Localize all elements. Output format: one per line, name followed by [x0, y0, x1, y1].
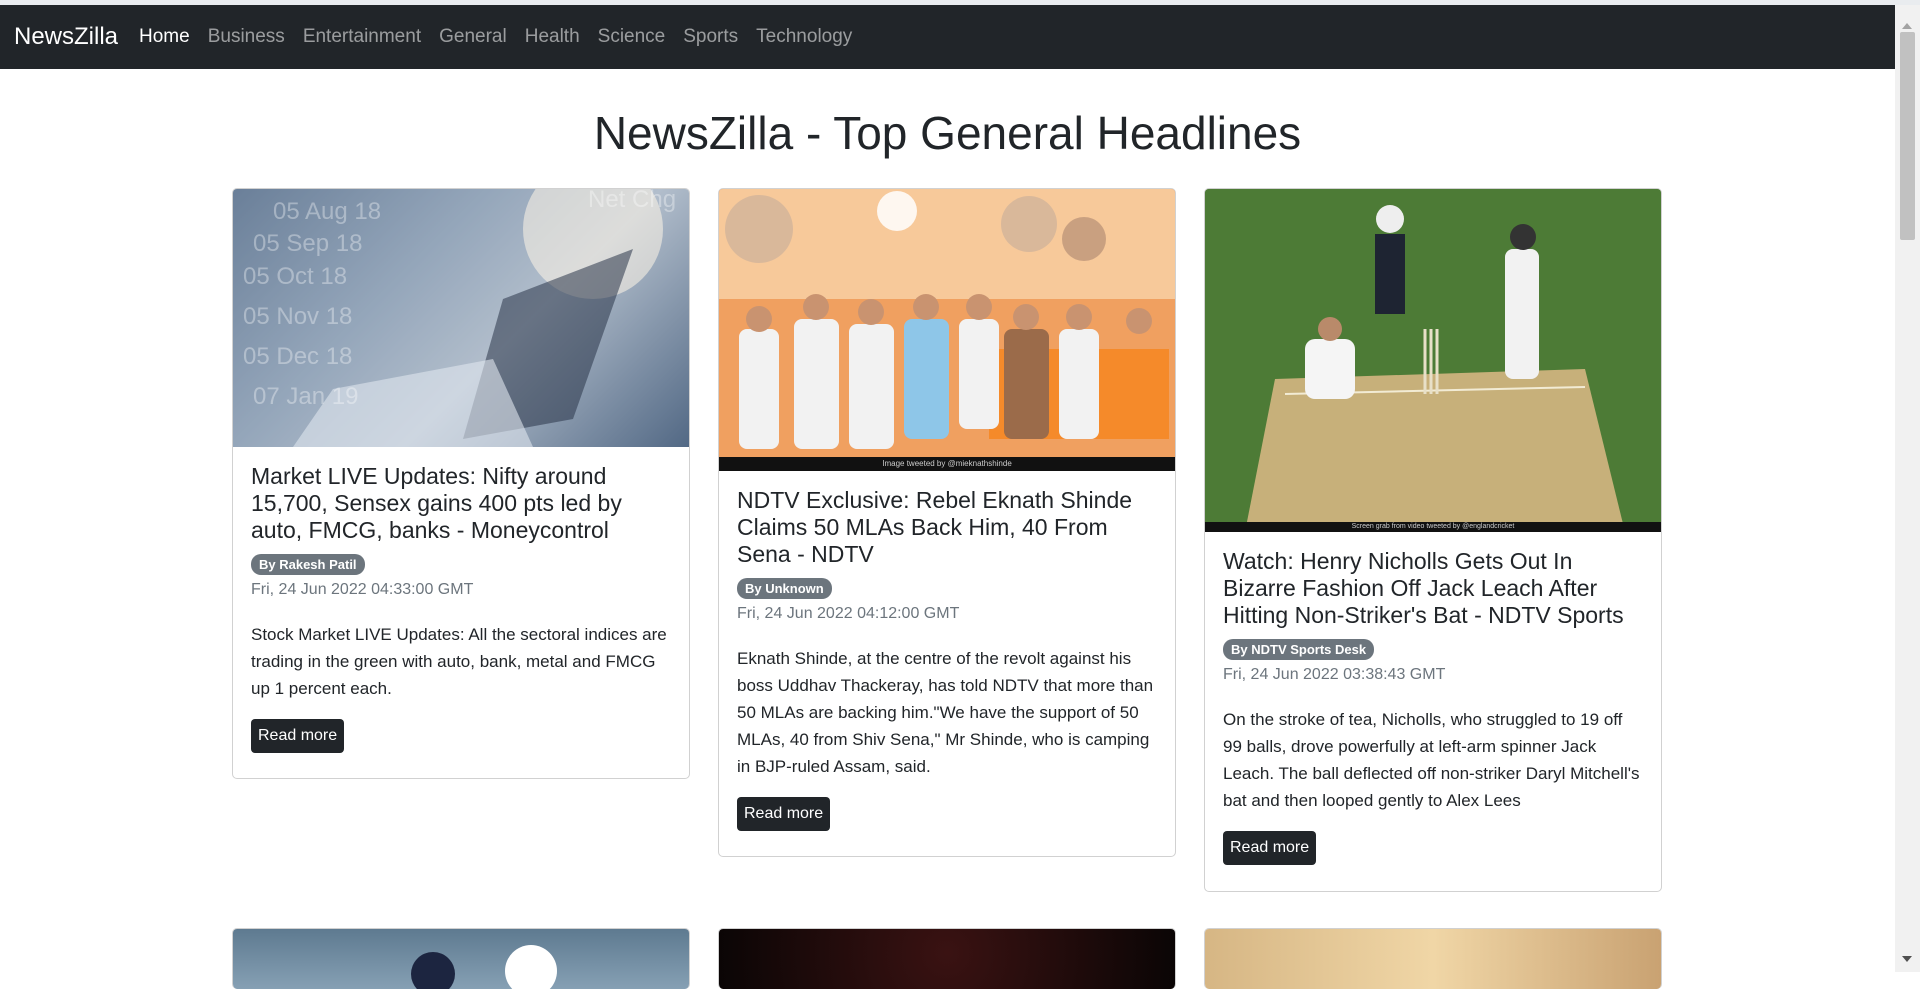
svg-text:Net Chg: Net Chg	[588, 189, 676, 213]
scroll-down-arrow-icon[interactable]	[1902, 956, 1912, 962]
article-image	[233, 929, 689, 989]
nav-link-general[interactable]: General	[439, 26, 507, 48]
read-more-button[interactable]: Read more	[737, 797, 831, 831]
vertical-scrollbar[interactable]	[1895, 5, 1920, 972]
scroll-up-arrow-icon[interactable]	[1902, 23, 1912, 29]
svg-text:05 Dec 18: 05 Dec 18	[243, 343, 352, 370]
article-date: Fri, 24 Jun 2022 03:38:43 GMT	[1223, 666, 1446, 683]
article-image-cricket: Screen grab from video tweeted by @engla…	[1205, 189, 1661, 532]
image-caption: Image tweeted by @mieknathshinde	[719, 457, 1175, 471]
article-title: Watch: Henry Nicholls Gets Out In Bizarr…	[1223, 548, 1624, 628]
article-date: Fri, 24 Jun 2022 04:33:00 GMT	[251, 581, 474, 598]
read-more-button[interactable]: Read more	[251, 719, 345, 753]
article-date: Fri, 24 Jun 2022 04:12:00 GMT	[737, 605, 960, 622]
article-description: Eknath Shinde, at the centre of the revo…	[737, 649, 1154, 776]
article-image-shinde: Image tweeted by @mieknathshinde	[719, 189, 1175, 471]
page-title: NewsZilla - Top General Headlines	[593, 107, 1302, 159]
nav-link-home[interactable]: Home	[139, 26, 190, 48]
scrollbar-thumb[interactable]	[1900, 32, 1915, 240]
svg-text:07 Jan 19: 07 Jan 19	[253, 383, 358, 410]
author-badge: By NDTV Sports Desk	[1223, 639, 1375, 660]
article-image	[719, 929, 1175, 989]
nav-link-business[interactable]: Business	[208, 26, 285, 48]
article-description: Stock Market LIVE Updates: All the secto…	[251, 625, 667, 698]
nav-link-health[interactable]: Health	[525, 26, 580, 48]
nav-link-science[interactable]: Science	[598, 26, 666, 48]
svg-text:05 Oct 18: 05 Oct 18	[243, 263, 347, 290]
news-card-4	[232, 928, 690, 989]
news-card-2: Image tweeted by @mieknathshinde NDTV Ex…	[718, 188, 1176, 857]
article-image	[1205, 929, 1661, 989]
svg-text:05 Sep 18: 05 Sep 18	[253, 230, 362, 257]
nav-link-technology[interactable]: Technology	[756, 26, 852, 48]
svg-text:05 Nov 18: 05 Nov 18	[243, 303, 352, 330]
article-image-stock-market: 05 Aug 18 05 Sep 18 05 Oct 18 05 Nov 18 …	[233, 189, 689, 447]
author-badge: By Rakesh Patil	[251, 554, 365, 575]
author-badge: By Unknown	[737, 578, 832, 599]
svg-text:05 Aug 18: 05 Aug 18	[273, 198, 381, 225]
read-more-button[interactable]: Read more	[1223, 831, 1317, 865]
image-caption: Screen grab from video tweeted by @engla…	[1205, 522, 1661, 532]
news-card-5	[718, 928, 1176, 989]
article-description: On the stroke of tea, Nicholls, who stru…	[1223, 710, 1640, 810]
news-card-1: 05 Aug 18 05 Sep 18 05 Oct 18 05 Nov 18 …	[232, 188, 690, 779]
nav-link-sports[interactable]: Sports	[683, 26, 738, 48]
navbar: NewsZilla Home Business Entertainment Ge…	[0, 5, 1895, 69]
news-card-3: Screen grab from video tweeted by @engla…	[1204, 188, 1662, 892]
article-title: Market LIVE Updates: Nifty around 15,700…	[251, 463, 622, 543]
nav-link-entertainment[interactable]: Entertainment	[303, 26, 421, 48]
article-title: NDTV Exclusive: Rebel Eknath Shinde Clai…	[737, 487, 1133, 567]
brand-logo[interactable]: NewsZilla	[14, 23, 118, 51]
news-card-6	[1204, 928, 1662, 989]
